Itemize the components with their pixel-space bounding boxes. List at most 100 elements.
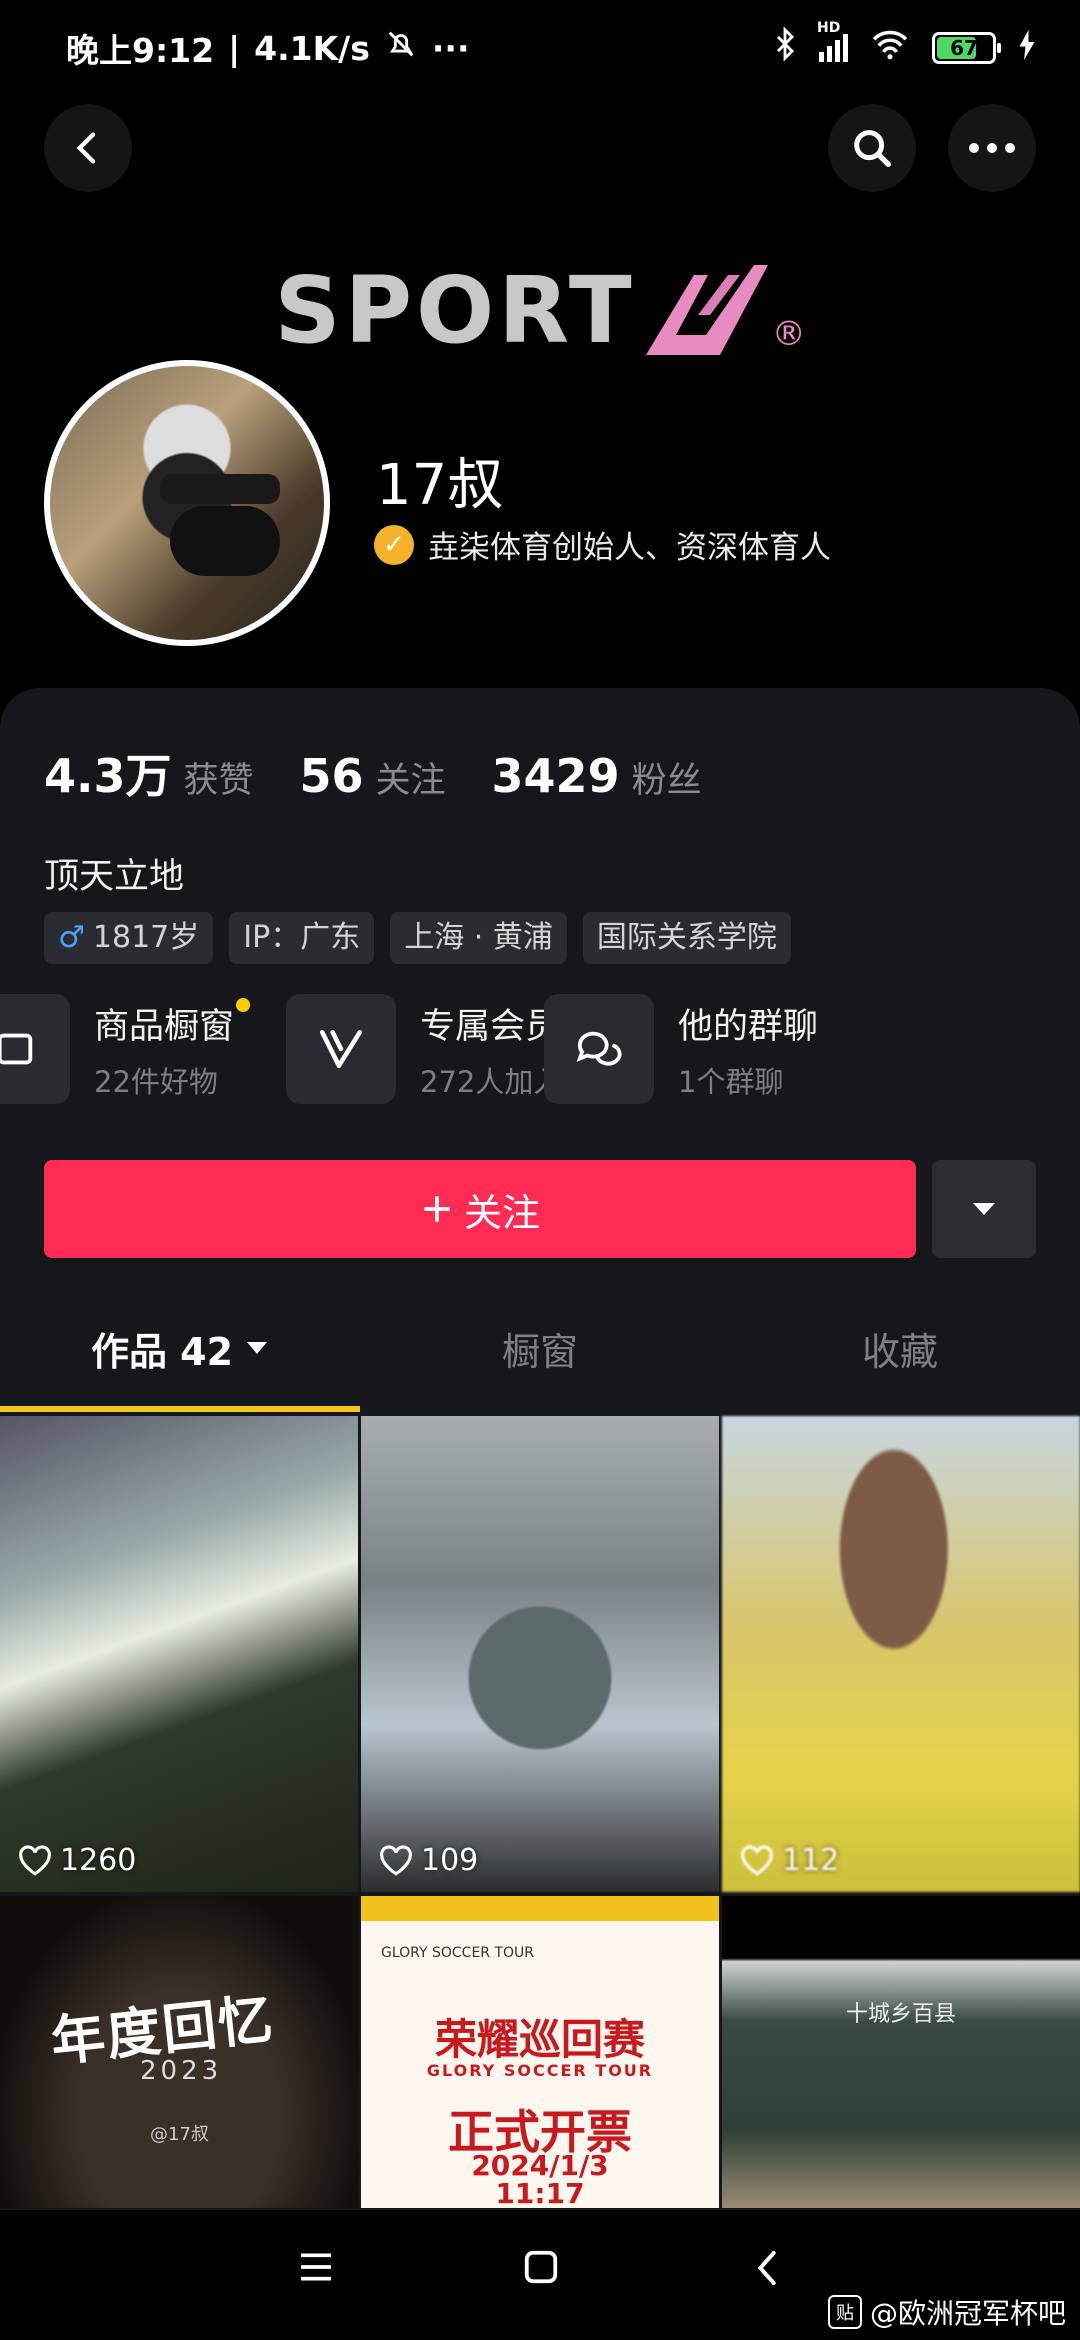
profile-name: 17叔 — [376, 453, 504, 518]
status-bar: 晚上9:12 | 4.1K/s ··· HD 67 — [0, 0, 1080, 96]
video-thumbnail[interactable]: GLORY SOCCER TOUR 荣耀巡回赛 GLORY SOCCER TOU… — [361, 1896, 719, 2208]
like-count: 112 — [740, 1843, 839, 1878]
like-count-text: 1260 — [60, 1843, 137, 1878]
stat-likes[interactable]: 4.3万 获赞 — [44, 740, 254, 806]
thumb-memory-handle: @17叔 — [150, 2124, 209, 2145]
plus-icon — [424, 1196, 450, 1222]
registered-mark: ® — [771, 314, 806, 354]
video-thumbnail[interactable]: 1260 — [0, 1416, 358, 1892]
tag-school[interactable]: 国际关系学院 — [582, 912, 791, 964]
shop-window-icon — [0, 994, 70, 1104]
verified-check-icon: ✓ — [374, 524, 414, 565]
status-divider: | — [228, 28, 241, 68]
profile-tags: ♂ 1817岁 IP：广东 上海 · 黄浦 国际关系学院 — [44, 912, 791, 964]
profile-stats: 4.3万 获赞 56 关注 3429 粉丝 — [44, 740, 702, 806]
thumb-poster-title: 荣耀巡回赛 — [434, 2015, 645, 2064]
video-thumbnail[interactable]: 112 — [722, 1416, 1080, 1892]
heart-icon — [19, 1844, 51, 1876]
like-count: 1260 — [18, 1843, 136, 1878]
profile-header — [0, 104, 1080, 192]
stat-followers[interactable]: 3429 粉丝 — [492, 749, 702, 803]
muted-bell-icon — [384, 27, 418, 69]
stat-number: 4.3万 — [44, 749, 172, 803]
active-tab-indicator — [0, 1406, 360, 1412]
back-arrow-icon — [76, 132, 96, 164]
tab-works[interactable]: 作品 42 — [0, 1292, 360, 1404]
video-thumbnail[interactable]: 109 — [361, 1416, 719, 1892]
stat-label: 粉丝 — [631, 761, 702, 801]
new-dot — [236, 997, 251, 1012]
membership-v-icon — [286, 994, 396, 1104]
feature-subtitle: 22件好物 — [94, 1064, 218, 1099]
bluetooth-icon — [773, 26, 797, 69]
feature-title: 他的群聊 — [678, 1006, 819, 1047]
tab-favorites[interactable]: 收藏 — [720, 1292, 1080, 1404]
group-chat-icon — [544, 994, 654, 1104]
tieba-icon: 贴 — [827, 2295, 862, 2329]
home-square-icon — [524, 2250, 558, 2284]
video-grid: 1260 109 112 年度回忆 2023 @17叔 GLORY SOCCER… — [0, 1416, 1080, 2208]
stat-label: 关注 — [375, 761, 446, 801]
brand-logo-text: SPORT — [274, 256, 636, 364]
like-count-text: 112 — [782, 1843, 840, 1878]
heart-icon — [741, 1844, 773, 1876]
feature-title: 商品橱窗 — [94, 997, 251, 1049]
follow-dropdown-button[interactable] — [932, 1160, 1036, 1258]
menu-button[interactable] — [296, 2250, 336, 2288]
tag-location[interactable]: 上海 · 黄浦 — [390, 912, 567, 964]
follow-button[interactable]: 关注 — [44, 1160, 916, 1258]
tab-works-label: 作品 42 — [90, 1329, 234, 1374]
feature-subtitle: 272人加入 — [420, 1064, 563, 1099]
stat-number: 3429 — [491, 749, 620, 803]
video-thumbnail[interactable]: 年度回忆 2023 @17叔 — [0, 1896, 358, 2208]
avatar[interactable] — [44, 360, 330, 646]
feature-group-chat[interactable]: 他的群聊 1个群聊 — [544, 994, 818, 1104]
avatar-mask — [170, 506, 280, 576]
verified-badge: ✓ 垚柒体育创始人、资深体育人 — [374, 522, 831, 567]
heart-icon — [380, 1844, 412, 1876]
thumb-poster-header-text: GLORY SOCCER TOUR — [381, 1945, 535, 1961]
watermark-text: @欧洲冠军杯吧 — [869, 2297, 1066, 2330]
battery-icon: 67 — [932, 32, 1001, 64]
battery-level: 67 — [950, 36, 978, 60]
nav-back-button[interactable] — [752, 2248, 782, 2292]
like-count-text: 109 — [421, 1843, 479, 1878]
stat-following[interactable]: 56 关注 — [300, 749, 446, 803]
status-dots: ··· — [431, 28, 470, 68]
feature-title: 专属会员 — [420, 1006, 561, 1047]
video-thumbnail[interactable]: 十城乡百县 — [722, 1896, 1080, 2208]
profile-bio: 顶天立地 — [44, 857, 185, 897]
back-button[interactable] — [44, 104, 132, 192]
caret-down-icon — [973, 1203, 995, 1215]
verified-text: 垚柒体育创始人、资深体育人 — [428, 530, 831, 566]
more-button[interactable] — [948, 104, 1036, 192]
network-type: HD — [817, 20, 841, 36]
avatar-glasses — [160, 474, 280, 504]
search-button[interactable] — [828, 104, 916, 192]
feature-subtitle: 1个群聊 — [678, 1064, 784, 1099]
tab-shop-window[interactable]: 橱窗 — [360, 1292, 720, 1404]
charging-icon — [1018, 29, 1036, 68]
home-button[interactable] — [522, 2248, 560, 2290]
thumb-poster-header: GLORY SOCCER TOUR — [381, 1902, 699, 1968]
stat-label: 获赞 — [183, 761, 254, 801]
stat-number: 56 — [299, 749, 364, 803]
feature-membership[interactable]: 专属会员 272人加入 — [286, 994, 562, 1104]
feature-shop-window[interactable]: 商品橱窗 22件好物 — [0, 994, 251, 1104]
status-time: 晚上9:12 — [66, 31, 215, 70]
thumb-memory-year: 2023 — [140, 2056, 223, 2086]
thumb-poster-subtitle: GLORY SOCCER TOUR — [426, 2061, 654, 2080]
male-icon: ♂ — [58, 920, 85, 955]
menu-icon — [301, 2253, 331, 2281]
thumb-poster-date: 2024/1/3 11:17 — [471, 2149, 609, 2208]
network-speed: 4.1K/s — [254, 28, 370, 68]
wifi-icon — [870, 28, 910, 68]
search-icon — [854, 130, 891, 167]
content-tabs: 作品 42 橱窗 收藏 — [0, 1292, 1080, 1404]
nav-back-icon — [757, 2251, 776, 2285]
follow-label: 关注 — [463, 1190, 540, 1235]
watermark: 贴 @欧洲冠军杯吧 — [827, 2292, 1066, 2332]
profile-banner: SPORT ® — [0, 250, 1080, 370]
signal-icon: HD — [817, 20, 848, 62]
brand-logo-mark — [645, 265, 768, 355]
